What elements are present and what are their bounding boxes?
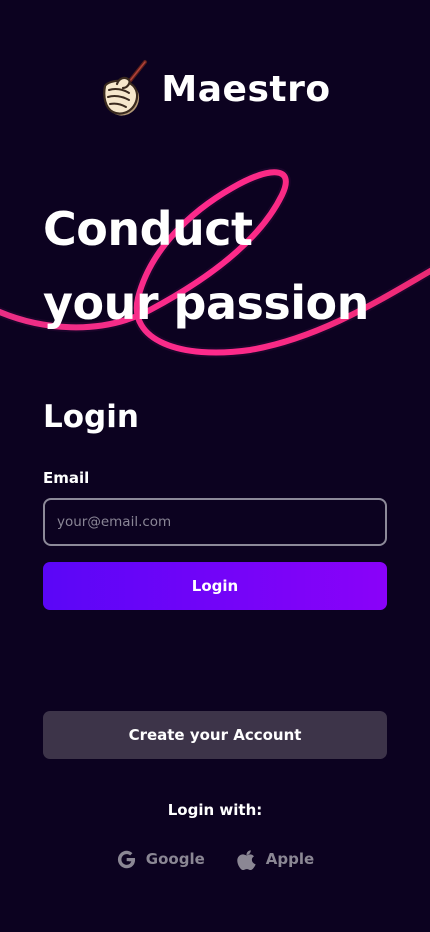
conductor-hand-with-baton-icon: [103, 60, 148, 116]
hero-line-1: Conduct: [43, 202, 253, 256]
hero-headline: Conduct your passion: [43, 192, 369, 340]
social-login-heading: Login with:: [167, 801, 263, 819]
google-login-button[interactable]: Google: [116, 849, 205, 870]
google-label: Google: [145, 850, 205, 868]
brand-name: Maestro: [161, 69, 331, 110]
google-icon: [117, 850, 135, 868]
login-screen: Maestro Conduct your passion Login Email…: [0, 0, 430, 932]
apple-label: Apple: [265, 850, 315, 868]
login-button[interactable]: Login: [43, 562, 387, 610]
apple-login-button[interactable]: Apple: [237, 848, 314, 870]
apple-icon: [237, 850, 256, 870]
email-label: Email: [43, 469, 90, 487]
hero-line-2: your passion: [43, 276, 369, 330]
social-login-options: Google Apple: [0, 844, 430, 874]
login-title: Login: [43, 399, 139, 435]
create-account-button[interactable]: Create your Account: [43, 711, 387, 759]
brand-header: Maestro: [0, 58, 430, 118]
email-input[interactable]: [43, 498, 387, 546]
